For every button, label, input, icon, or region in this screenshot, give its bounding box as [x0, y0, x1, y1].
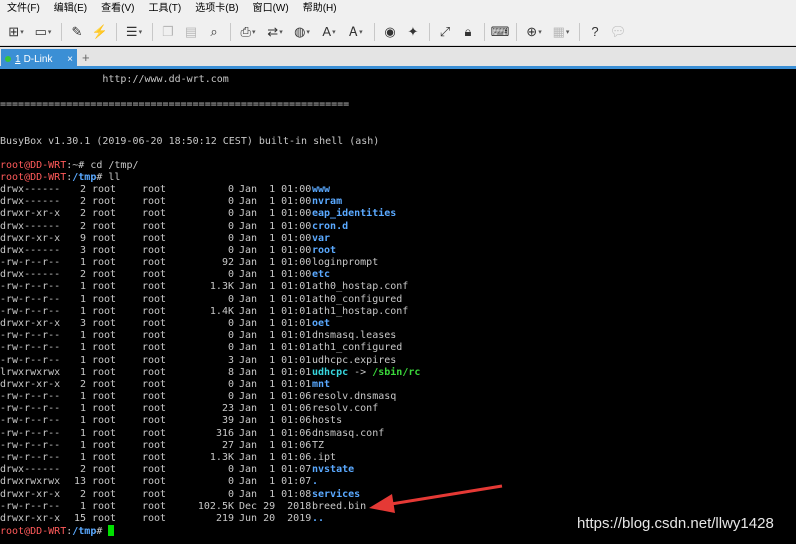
annotation-arrow	[369, 484, 503, 513]
arrow-shaft	[384, 484, 503, 507]
watermark: https://blog.csdn.net/llwy1428	[577, 515, 774, 532]
arrow-head	[369, 494, 395, 513]
